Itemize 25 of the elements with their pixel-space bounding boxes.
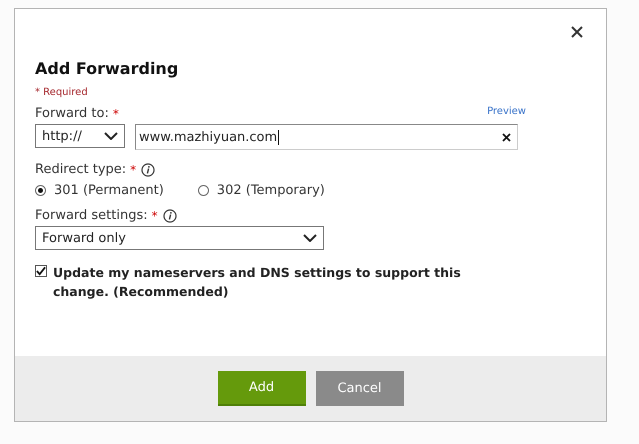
field-label: Forward settings:	[35, 208, 148, 223]
preview-link[interactable]: Preview	[487, 106, 526, 117]
dialog-title: Add Forwarding	[35, 59, 180, 78]
field-label: Redirect type:	[35, 162, 126, 177]
chevron-down-icon	[303, 234, 317, 242]
clear-icon	[502, 132, 511, 142]
radio-button[interactable]	[198, 185, 209, 196]
required-mark: *	[112, 106, 119, 120]
close-button[interactable]	[570, 25, 584, 39]
required-note: * Required	[35, 87, 89, 98]
checkbox-label: Update my nameservers and DNS settings to support this change. (Recommended)	[53, 264, 462, 301]
url-field[interactable]: www.mazhiyuan.com	[135, 124, 518, 150]
info-icon	[162, 208, 177, 222]
field-label: Forward to:	[35, 106, 109, 121]
radio-option[interactable]: 301 (Permanent)	[35, 183, 164, 198]
info-icon	[141, 162, 156, 176]
required-mark: *	[152, 208, 158, 222]
forward-settings-dropdown[interactable]: Forward only	[35, 226, 324, 250]
close-icon	[571, 26, 583, 38]
checkbox[interactable]	[35, 265, 47, 277]
chevron-down-icon	[104, 132, 118, 140]
radio-option[interactable]: 302 (Temporary)	[198, 183, 325, 198]
radio-button[interactable]	[35, 185, 46, 196]
protocol-dropdown[interactable]: http://	[35, 124, 125, 148]
required-mark: *	[130, 162, 136, 176]
